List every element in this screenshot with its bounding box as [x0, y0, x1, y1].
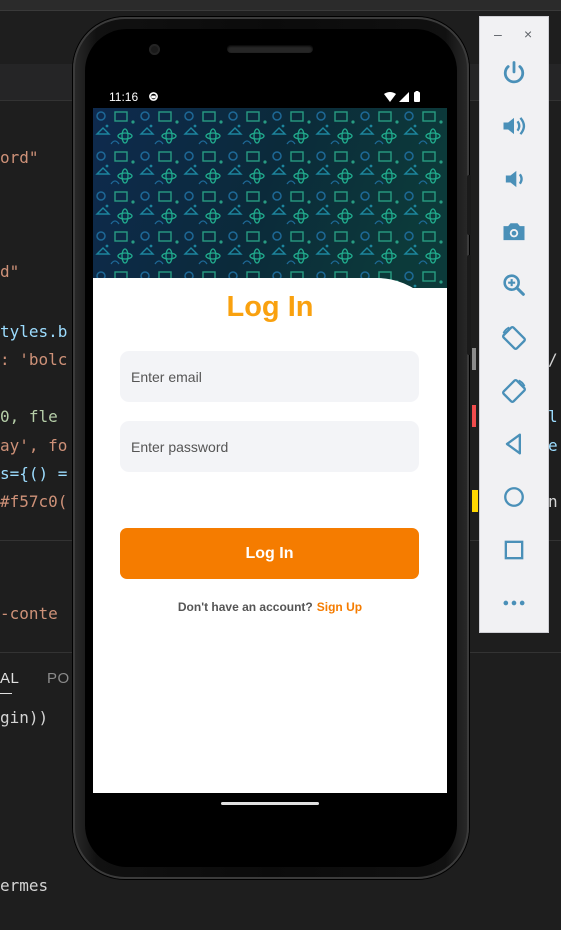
code-fragment-mark	[472, 348, 476, 370]
status-indicators-icon	[384, 91, 420, 102]
front-camera	[149, 44, 160, 55]
close-button[interactable]: ×	[524, 27, 532, 41]
hero-pattern-image	[93, 108, 447, 288]
power-icon[interactable]	[497, 56, 531, 90]
terminal-line: gin))	[0, 708, 49, 727]
terminal-line: ermes	[0, 876, 49, 895]
page-title: Log In	[226, 291, 314, 323]
phone-screen: 11:16 Log In Enter email Log In Don't ha…	[93, 85, 447, 793]
back-icon[interactable]	[497, 427, 531, 461]
no-account-text: Don't have an account?	[177, 600, 313, 614]
code-fragment-mark	[472, 490, 478, 512]
code-line: s={() =	[0, 464, 68, 483]
code-line: : 'bolc	[0, 350, 68, 369]
code-line: -conte	[0, 604, 58, 623]
login-button[interactable]: Log In	[120, 528, 419, 579]
notification-icon	[149, 92, 158, 101]
signup-link[interactable]: Sign Up	[317, 600, 362, 614]
earpiece-speaker	[227, 45, 313, 53]
minimize-button[interactable]: –	[494, 27, 502, 41]
login-card: Log In Log In Don't have an account? Sign…	[93, 278, 447, 793]
editor-title-bar	[0, 0, 561, 11]
phone-volume-button	[467, 255, 471, 355]
rotate-left-icon[interactable]	[497, 321, 531, 355]
zoom-icon[interactable]	[497, 268, 531, 302]
code-line: ord"	[0, 148, 39, 167]
phone-power-button	[467, 175, 471, 235]
signup-row: Don't have an account? Sign Up	[93, 600, 447, 614]
code-fragment: /	[548, 350, 558, 369]
volume-up-icon[interactable]	[497, 109, 531, 143]
emulator-toolbar: – ×	[479, 16, 549, 633]
code-line: d"	[0, 262, 20, 281]
more-icon[interactable]	[497, 586, 531, 620]
overview-icon[interactable]	[497, 533, 531, 567]
code-line: tyles.b	[0, 322, 68, 341]
status-time: 11:16	[109, 90, 139, 104]
camera-icon[interactable]	[497, 215, 531, 249]
code-fragment: n	[548, 492, 558, 511]
home-icon[interactable]	[497, 480, 531, 514]
panel-tab-underline	[0, 693, 12, 694]
email-input[interactable]	[120, 351, 419, 402]
code-line: #f57c0(	[0, 492, 68, 511]
code-fragment: l	[548, 407, 558, 426]
password-input[interactable]	[120, 421, 419, 472]
code-line: ay', fo	[0, 436, 68, 455]
panel-tab-ports[interactable]: PO	[47, 670, 70, 687]
code-line: 0, fle	[0, 407, 58, 426]
status-bar: 11:16	[93, 85, 447, 108]
code-fragment-mark	[472, 405, 476, 427]
panel-tab-terminal[interactable]: AL	[0, 670, 19, 687]
gesture-home-bar[interactable]	[221, 802, 319, 805]
code-fragment: e	[548, 436, 558, 455]
rotate-right-icon[interactable]	[497, 374, 531, 408]
volume-down-icon[interactable]	[497, 162, 531, 196]
